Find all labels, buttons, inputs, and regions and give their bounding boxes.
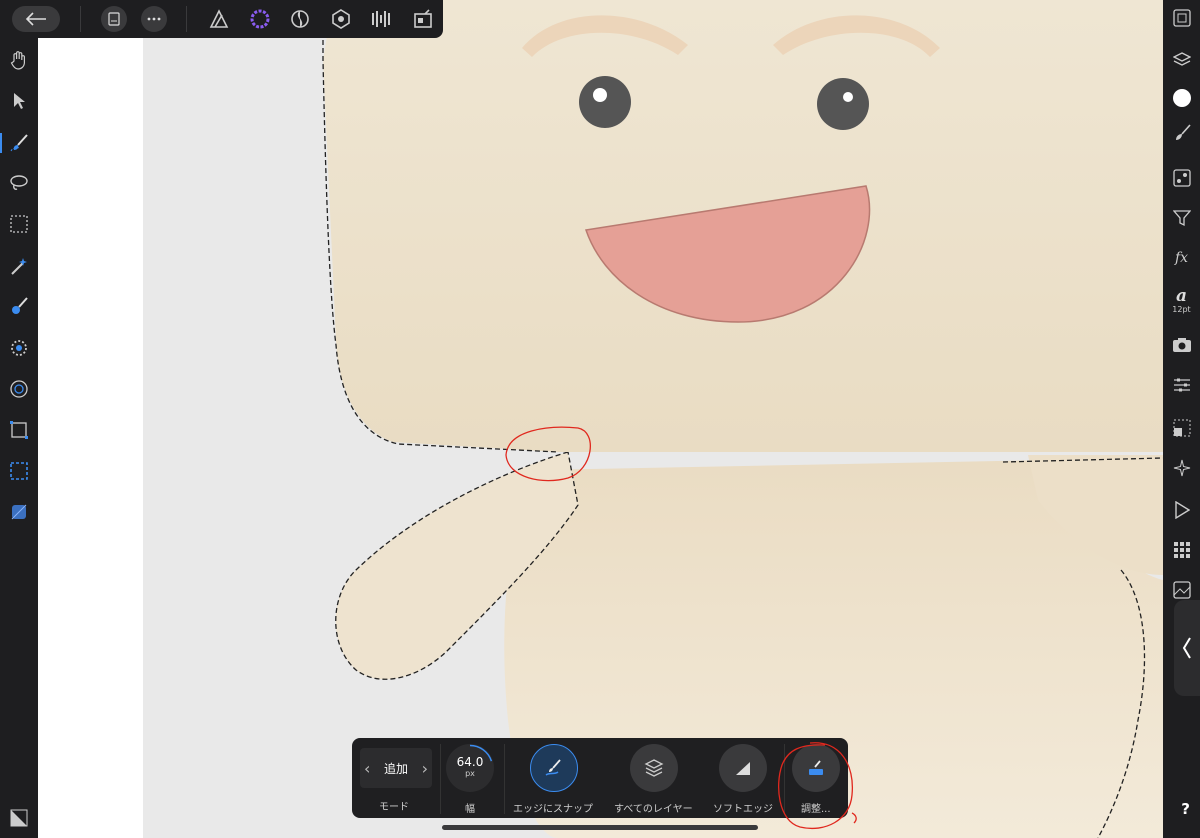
width-dial[interactable]: 64.0 px	[446, 744, 494, 792]
width-value: 64.0	[456, 755, 484, 769]
brushes-icon[interactable]	[1163, 115, 1200, 151]
export-persona-icon[interactable]	[410, 6, 436, 32]
swatches-icon[interactable]	[1163, 160, 1200, 196]
snap-to-edges-label: エッジにスナップ	[513, 804, 593, 815]
mode-value: 追加	[383, 761, 408, 776]
move-icon[interactable]	[0, 83, 38, 119]
document-canvas[interactable]	[38, 0, 1163, 838]
text-style-glyph: a	[1175, 286, 1187, 306]
tools-panel	[0, 38, 38, 838]
flood-select-icon[interactable]	[0, 248, 38, 284]
width-label: 幅	[465, 804, 475, 815]
adjustments-icon[interactable]	[1163, 367, 1200, 403]
develop-persona-icon[interactable]	[328, 6, 354, 32]
soft-edges-icon	[736, 762, 750, 775]
top-toolbar	[0, 0, 443, 38]
selection-brush-icon	[545, 759, 561, 776]
healing-icon[interactable]	[0, 371, 38, 407]
hand-icon[interactable]	[0, 42, 38, 78]
all-layers-label: すべてのレイヤー	[614, 804, 693, 815]
macro-icon[interactable]	[1163, 492, 1200, 528]
layers-icon	[644, 759, 664, 777]
more-icon[interactable]	[141, 6, 167, 32]
right-eye	[817, 78, 869, 130]
home-indicator	[442, 825, 758, 830]
fill-icon[interactable]	[0, 800, 38, 836]
navigator-icon[interactable]	[1163, 0, 1200, 36]
snap-to-edges-toggle[interactable]	[530, 744, 578, 792]
fx-label: fx	[1174, 250, 1189, 266]
chevron-right-icon[interactable]: ›	[422, 759, 428, 778]
help-button[interactable]: ?	[1181, 800, 1190, 818]
selection-persona-icon[interactable]	[247, 6, 273, 32]
text-styles-icon[interactable]: a 12pt	[1163, 281, 1200, 321]
history-icon[interactable]	[1163, 450, 1200, 486]
camera-icon[interactable]	[1163, 327, 1200, 363]
freehand-selection-icon[interactable]	[0, 165, 38, 201]
panel-collapse-handle[interactable]	[1174, 600, 1200, 696]
chevron-left-icon[interactable]: ‹	[364, 759, 370, 778]
mode-label: モード	[379, 802, 409, 813]
width-unit: px	[465, 769, 475, 778]
gradient-icon[interactable]	[0, 494, 38, 530]
fx-icon[interactable]: fx	[1163, 240, 1200, 276]
all-layers-toggle[interactable]	[630, 744, 678, 792]
photo-persona-icon[interactable]	[206, 6, 232, 32]
text-style-size: 12pt	[1172, 305, 1191, 314]
mode-selector[interactable]: ‹ 追加 ›	[360, 748, 432, 788]
layers-icon[interactable]	[1163, 42, 1200, 78]
back-arrow-icon[interactable]	[12, 6, 60, 32]
studio-panel: fx a 12pt ?	[1163, 0, 1200, 838]
grid-icon[interactable]	[1163, 532, 1200, 568]
document-icon[interactable]	[101, 6, 127, 32]
canvas-artwork	[38, 0, 1163, 838]
annotation-circle-refine	[778, 742, 857, 829]
rectangle-selection-icon[interactable]	[0, 453, 38, 489]
soft-edges-label: ソフトエッジ	[713, 804, 773, 815]
burn-dodge-icon[interactable]	[0, 330, 38, 366]
channels-icon[interactable]	[1163, 200, 1200, 236]
transform-icon[interactable]	[1163, 410, 1200, 446]
marquee-icon[interactable]	[0, 206, 38, 242]
color-icon[interactable]	[1163, 80, 1200, 116]
paint-brush-icon[interactable]	[0, 288, 38, 324]
crop-icon[interactable]	[0, 412, 38, 448]
chevron-left-icon	[1182, 637, 1191, 659]
white-margin	[38, 0, 143, 838]
left-eye	[579, 76, 631, 128]
soft-edges-toggle[interactable]	[719, 744, 767, 792]
liquify-persona-icon[interactable]	[287, 6, 313, 32]
selection-brush-icon[interactable]	[0, 125, 38, 161]
tone-mapping-persona-icon[interactable]	[369, 6, 395, 32]
